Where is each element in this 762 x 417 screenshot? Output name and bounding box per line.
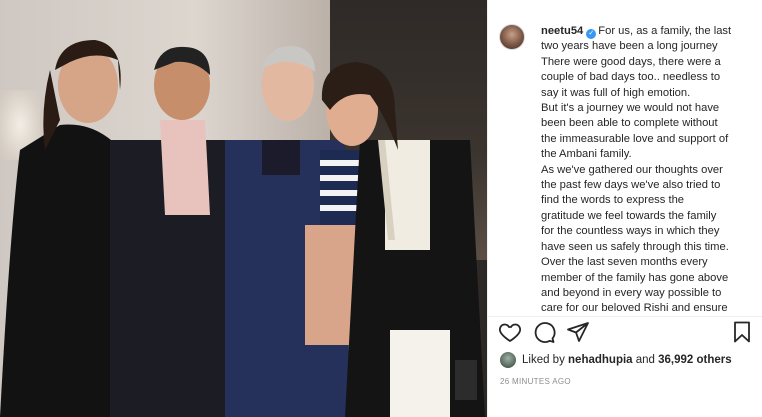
post-actions-bar	[498, 320, 754, 346]
heart-icon[interactable]	[498, 320, 522, 344]
photo-people-illustration	[0, 40, 485, 417]
actions-divider	[488, 316, 762, 317]
caption-line-16: member of the family has gone above	[541, 271, 729, 284]
caption-line-2: There were good days, there were a	[541, 55, 721, 68]
caption-line-5: But it's a journey we would not have	[541, 102, 720, 115]
caption-line-3: couple of bad days too.. needless to	[541, 71, 721, 84]
caption-line-9: As we've gathered our thoughts over	[541, 163, 723, 176]
paper-plane-icon[interactable]	[566, 320, 590, 344]
bookmark-icon[interactable]	[730, 320, 754, 344]
comment-icon[interactable]	[532, 320, 556, 344]
caption-line-0: For us, as a family, the last	[598, 25, 732, 37]
caption-line-13: for the countless ways in which they	[541, 225, 720, 238]
liker-avatar	[500, 352, 516, 368]
post-timestamp[interactable]: 26 MINUTES AGO	[500, 377, 571, 386]
caption-line-14: have seen us safely through this time.	[541, 240, 729, 253]
caption-line-6: been been able to complete without	[541, 117, 718, 130]
user-avatar[interactable]	[499, 24, 525, 50]
likes-prefix: Liked by	[522, 354, 569, 366]
caption-line-7: the immeasurable love and support of	[541, 132, 729, 145]
caption-line-17: and beyond in every way possible to	[541, 286, 722, 299]
post-photo[interactable]	[0, 0, 487, 417]
caption-line-4: say it was full of high emotion.	[541, 86, 691, 99]
likes-middle: and	[632, 354, 659, 366]
caption-line-18: care for our beloved Rishi and ensure	[541, 302, 728, 315]
caption-line-15: Over the last seven months every	[541, 256, 708, 269]
caption-line-12: gratitude we feel towards the family	[541, 209, 717, 222]
username-link[interactable]: neetu54	[541, 25, 583, 37]
likes-count-link[interactable]: 36,992 others	[658, 354, 732, 366]
caption-line-8: the Ambani family.	[541, 148, 632, 161]
caption-line-11: find the words to express the	[541, 194, 685, 207]
caption-line-10: the past few days we've also tried to	[541, 179, 721, 192]
caption-first-line: neetu54 ✓ For us, as a family, the last	[541, 24, 746, 39]
caption-line-1: two years have been a long journey	[541, 40, 718, 53]
liker-username-link[interactable]: nehadhupia	[568, 354, 633, 366]
verified-badge-icon: ✓	[586, 29, 597, 39]
likes-summary[interactable]: Liked by nehadhupia and 36,992 others	[500, 351, 732, 369]
post-caption: neetu54 ✓ For us, as a family, the last tw…	[541, 24, 746, 317]
